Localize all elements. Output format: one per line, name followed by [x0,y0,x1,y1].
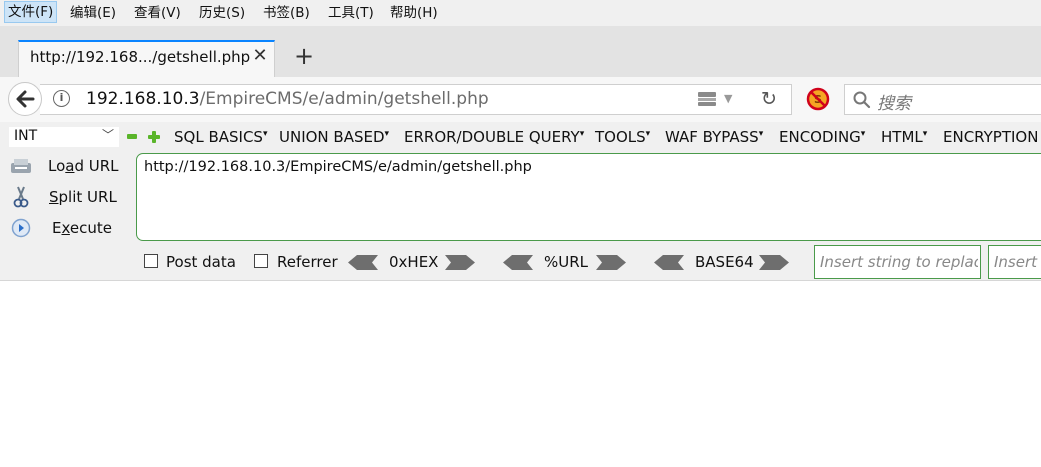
minus-icon[interactable] [127,134,137,139]
menu-label: SQL BASICS [174,128,263,146]
caret-down-icon: ▾ [922,129,928,139]
url-dropdown-icon[interactable]: ▼ [724,92,732,105]
menu-bookmarks[interactable]: 书签(B) [260,3,313,23]
split-url-icon [13,186,29,208]
menu-sql-basics[interactable]: SQL BASICS▾ [174,128,267,146]
menu-waf-bypass[interactable]: WAF BYPASS▾ [665,128,763,146]
menu-bar: 文件(F) 编辑(E) 查看(V) 历史(S) 书签(B) 工具(T) 帮助(H… [0,0,1041,26]
menu-history[interactable]: 历史(S) [196,3,248,23]
replacing-string-placeholder: Insert replacing string [994,253,1041,271]
menu-help[interactable]: 帮助(H) [387,3,441,23]
new-tab-button[interactable]: + [290,42,318,70]
base64-encode-arrow-icon[interactable] [759,254,789,271]
menu-encoding[interactable]: ENCODING▾ [779,128,865,146]
hex-label: 0xHEX [389,253,439,271]
hex-decode-arrow-icon[interactable] [348,254,378,271]
menu-file[interactable]: 文件(F) [4,1,58,23]
info-icon[interactable]: i [53,90,70,107]
caret-down-icon: ▾ [579,129,585,139]
menu-view[interactable]: 查看(V) [131,3,184,23]
menu-error-double-query[interactable]: ERROR/DOUBLE QUERY▾ [404,128,584,146]
caret-down-icon: ▾ [758,129,764,139]
execute-label: Execute [52,219,112,237]
execute-icon [11,218,31,238]
back-button[interactable] [8,82,42,116]
menu-label: ENCODING [779,128,861,146]
caret-down-icon: ▾ [262,129,268,139]
search-placeholder: 搜索 [877,94,911,114]
url-text[interactable]: 192.168.10.3/EmpireCMS/e/admin/getshell.… [86,89,489,109]
load-url-icon [11,159,31,173]
menu-edit[interactable]: 编辑(E) [67,3,119,23]
caret-down-icon: ▾ [384,129,390,139]
back-arrow-icon [16,90,35,108]
url-decode-arrow-icon[interactable] [503,254,533,271]
tab-close-icon[interactable]: ✕ [250,45,270,66]
plus-icon[interactable] [148,131,160,143]
url-encode-arrow-icon[interactable] [596,254,626,271]
menu-html[interactable]: HTML▾ [881,128,927,146]
menu-union-based[interactable]: UNION BASED▾ [279,128,389,146]
menu-tools[interactable]: 工具(T) [325,3,377,23]
url-encode-label: %URL [544,253,589,271]
menu-label: ERROR/DOUBLE QUERY [404,128,580,146]
split-url-label: Split URL [49,188,117,206]
replace-string-placeholder: Insert string to replace [820,253,978,271]
referrer-checkbox[interactable] [254,254,268,268]
base64-label: BASE64 [695,253,754,271]
menu-encryption[interactable]: ENCRYPTION [943,128,1038,146]
search-icon [853,91,871,109]
menu-label: WAF BYPASS [665,128,759,146]
menu-label: ENCRYPTION [943,128,1039,146]
menu-label: TOOLS [595,128,646,146]
caret-down-icon: ▾ [645,129,651,139]
referrer-label: Referrer [277,253,338,271]
chevron-down-icon[interactable]: ﹀ [102,126,114,143]
tab-title: http://192.168.../getshell.php [30,48,251,66]
menu-label: UNION BASED [279,128,385,146]
post-data-label: Post data [166,253,236,271]
caret-down-icon: ▾ [860,129,866,139]
menu-tools-hb[interactable]: TOOLS▾ [595,128,650,146]
url-host: 192.168.10.3 [86,89,200,109]
reload-icon[interactable]: ↻ [758,88,780,110]
menu-label: HTML [881,128,923,146]
load-url-label: Load URL [48,157,119,175]
url-path: /EmpireCMS/e/admin/getshell.php [199,89,489,109]
noscript-icon[interactable]: S [806,87,830,111]
hex-encode-arrow-icon[interactable] [445,254,475,271]
post-data-checkbox[interactable] [144,254,158,268]
int-select-value: INT [14,128,38,144]
base64-decode-arrow-icon[interactable] [654,254,684,271]
url-textarea-value: http://192.168.10.3/EmpireCMS/e/admin/ge… [144,159,532,175]
reader-icon[interactable] [697,91,717,107]
search-box[interactable] [844,84,1041,115]
